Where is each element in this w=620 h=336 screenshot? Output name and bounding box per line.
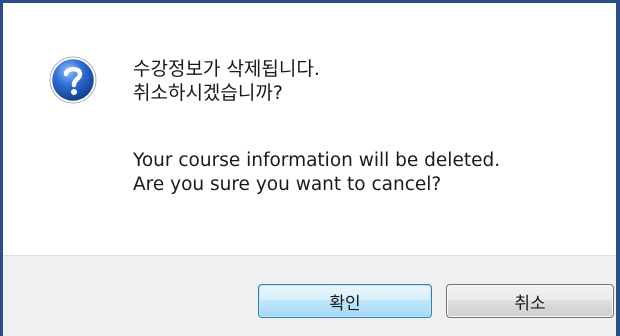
- dialog-content: 수강정보가 삭제됩니다. 취소하시겠습니까? Your course infor…: [3, 3, 616, 255]
- question-icon: [49, 56, 97, 104]
- message-line: 취소하시겠습니까?: [133, 82, 283, 104]
- message-line: 수강정보가 삭제됩니다.: [133, 58, 320, 80]
- message-korean: 수강정보가 삭제됩니다. 취소하시겠습니까?: [133, 57, 320, 105]
- message-line: Your course information will be deleted.: [133, 150, 501, 171]
- dialog-footer: 확인 취소: [3, 255, 616, 336]
- ok-button[interactable]: 확인: [258, 284, 432, 318]
- cancel-button[interactable]: 취소: [446, 284, 614, 318]
- confirm-dialog: 수강정보가 삭제됩니다. 취소하시겠습니까? Your course infor…: [0, 0, 620, 336]
- message-line: Are you sure you want to cancel?: [133, 174, 442, 195]
- message-english: Your course information will be deleted.…: [133, 149, 500, 197]
